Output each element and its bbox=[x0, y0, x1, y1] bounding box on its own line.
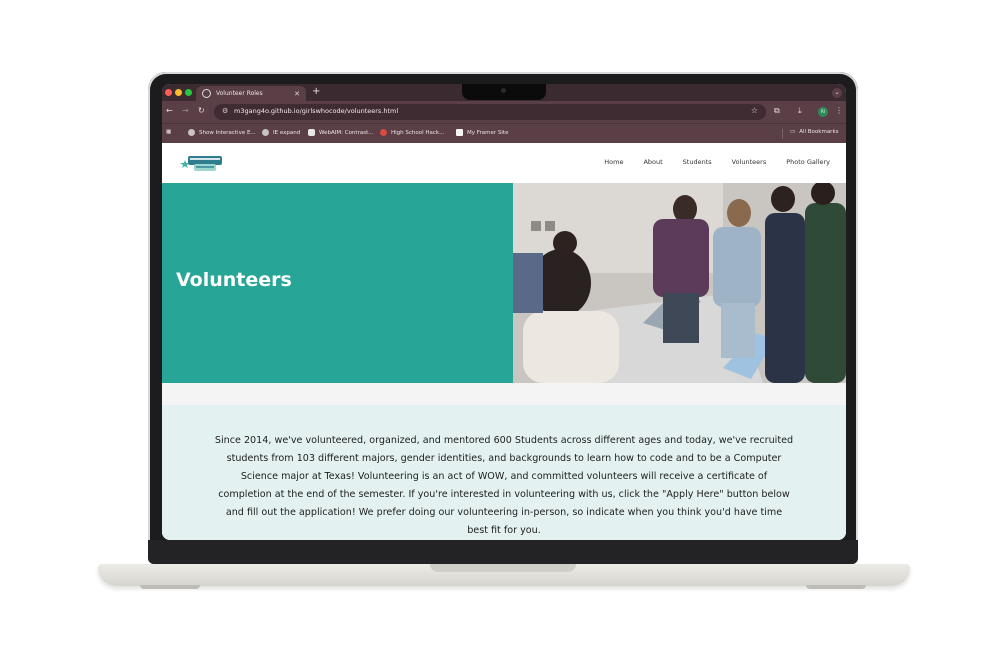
address-bar[interactable]: ⚙ m3gang4o.github.io/girlswhocode/volunt… bbox=[214, 104, 766, 120]
laptop-foot-left bbox=[140, 585, 200, 589]
bookmarks-bar: ▦ Show Interactive E... IE expand WebAIM… bbox=[162, 123, 846, 144]
bookmark-item[interactable]: High School Hack... bbox=[380, 129, 444, 136]
browser-toolbar: ← → ↻ ⚙ m3gang4o.github.io/girlswhocode/… bbox=[162, 101, 846, 123]
bookmark-item[interactable]: Show Interactive E... bbox=[188, 129, 256, 136]
bookmark-item[interactable]: IE expand bbox=[262, 129, 300, 136]
bookmark-item[interactable]: WebAIM: Contrast... bbox=[308, 129, 373, 136]
nav-about-link[interactable]: About bbox=[643, 158, 662, 166]
intro-section: Since 2014, we've volunteered, organized… bbox=[162, 405, 846, 540]
intro-paragraph: Since 2014, we've volunteered, organized… bbox=[214, 434, 794, 536]
laptop-foot-right bbox=[806, 585, 866, 589]
back-arrow-icon[interactable]: ← bbox=[166, 106, 173, 115]
page-title: Volunteers bbox=[176, 269, 292, 291]
framer-icon bbox=[456, 129, 463, 136]
maximize-window-button[interactable] bbox=[185, 89, 192, 96]
site-nav-links: Home About Students Volunteers Photo Gal… bbox=[584, 158, 830, 166]
bookmark-star-icon[interactable]: ☆ bbox=[751, 106, 758, 115]
page-viewport: Home About Students Volunteers Photo Gal… bbox=[162, 143, 846, 540]
nav-students-link[interactable]: Students bbox=[683, 158, 712, 166]
all-bookmarks-button[interactable]: ▭ All Bookmarks bbox=[790, 129, 839, 135]
apps-grid-icon[interactable]: ▦ bbox=[166, 129, 171, 135]
laptop-chin bbox=[148, 540, 858, 564]
hero-section: Volunteers bbox=[162, 183, 846, 383]
bookmarks-divider bbox=[782, 129, 783, 139]
more-menu-icon[interactable]: ⋮ bbox=[835, 106, 843, 115]
nav-photo-gallery-link[interactable]: Photo Gallery bbox=[786, 158, 830, 166]
browser-window: Volunteer Roles ✕ + ⌄ ← → ↻ ⚙ m3gang4o.g… bbox=[162, 84, 846, 540]
camera-notch bbox=[462, 84, 546, 100]
bookmark-label: Show Interactive E... bbox=[199, 129, 256, 136]
volunteers-photo bbox=[513, 183, 846, 383]
site-settings-icon[interactable]: ⚙ bbox=[222, 107, 228, 115]
nav-home-link[interactable]: Home bbox=[604, 158, 623, 166]
nav-volunteers-link[interactable]: Volunteers bbox=[732, 158, 767, 166]
all-bookmarks-label: All Bookmarks bbox=[799, 129, 839, 135]
hackathon-icon bbox=[380, 129, 387, 136]
bookmark-label: IE expand bbox=[273, 129, 301, 136]
section-spacer bbox=[162, 383, 846, 405]
globe-icon bbox=[262, 129, 269, 136]
globe-icon bbox=[188, 129, 195, 136]
bookmark-label: WebAIM: Contrast... bbox=[319, 129, 374, 136]
profile-avatar[interactable]: RI bbox=[818, 107, 828, 117]
close-tab-icon[interactable]: ✕ bbox=[294, 90, 300, 98]
tab-volunteer-roles[interactable]: Volunteer Roles ✕ bbox=[196, 86, 306, 101]
folder-icon: ▭ bbox=[790, 129, 796, 135]
bookmark-label: My Framer Site bbox=[467, 129, 509, 136]
site-navbar: Home About Students Volunteers Photo Gal… bbox=[162, 143, 846, 184]
girls-who-code-logo[interactable] bbox=[176, 150, 224, 176]
new-tab-button[interactable]: + bbox=[312, 86, 320, 97]
tab-search-chevron-icon[interactable]: ⌄ bbox=[832, 88, 842, 98]
laptop-trackpad-notch bbox=[430, 564, 576, 572]
tab-title: Volunteer Roles bbox=[216, 90, 263, 97]
forward-arrow-icon[interactable]: → bbox=[182, 106, 189, 115]
hero-panel: Volunteers bbox=[162, 183, 513, 383]
webaim-icon bbox=[308, 129, 315, 136]
url-text: m3gang4o.github.io/girlswhocode/voluntee… bbox=[234, 107, 399, 115]
download-icon[interactable]: ⤓ bbox=[798, 106, 802, 116]
close-window-button[interactable] bbox=[165, 89, 172, 96]
camera-icon bbox=[501, 88, 506, 93]
extensions-puzzle-icon[interactable]: ⧉ bbox=[774, 106, 780, 116]
globe-icon bbox=[202, 89, 211, 98]
minimize-window-button[interactable] bbox=[175, 89, 182, 96]
bookmark-item[interactable]: My Framer Site bbox=[456, 129, 508, 136]
reload-icon[interactable]: ↻ bbox=[198, 106, 205, 115]
screen: Volunteer Roles ✕ + ⌄ ← → ↻ ⚙ m3gang4o.g… bbox=[162, 84, 846, 540]
bookmark-label: High School Hack... bbox=[391, 129, 445, 136]
